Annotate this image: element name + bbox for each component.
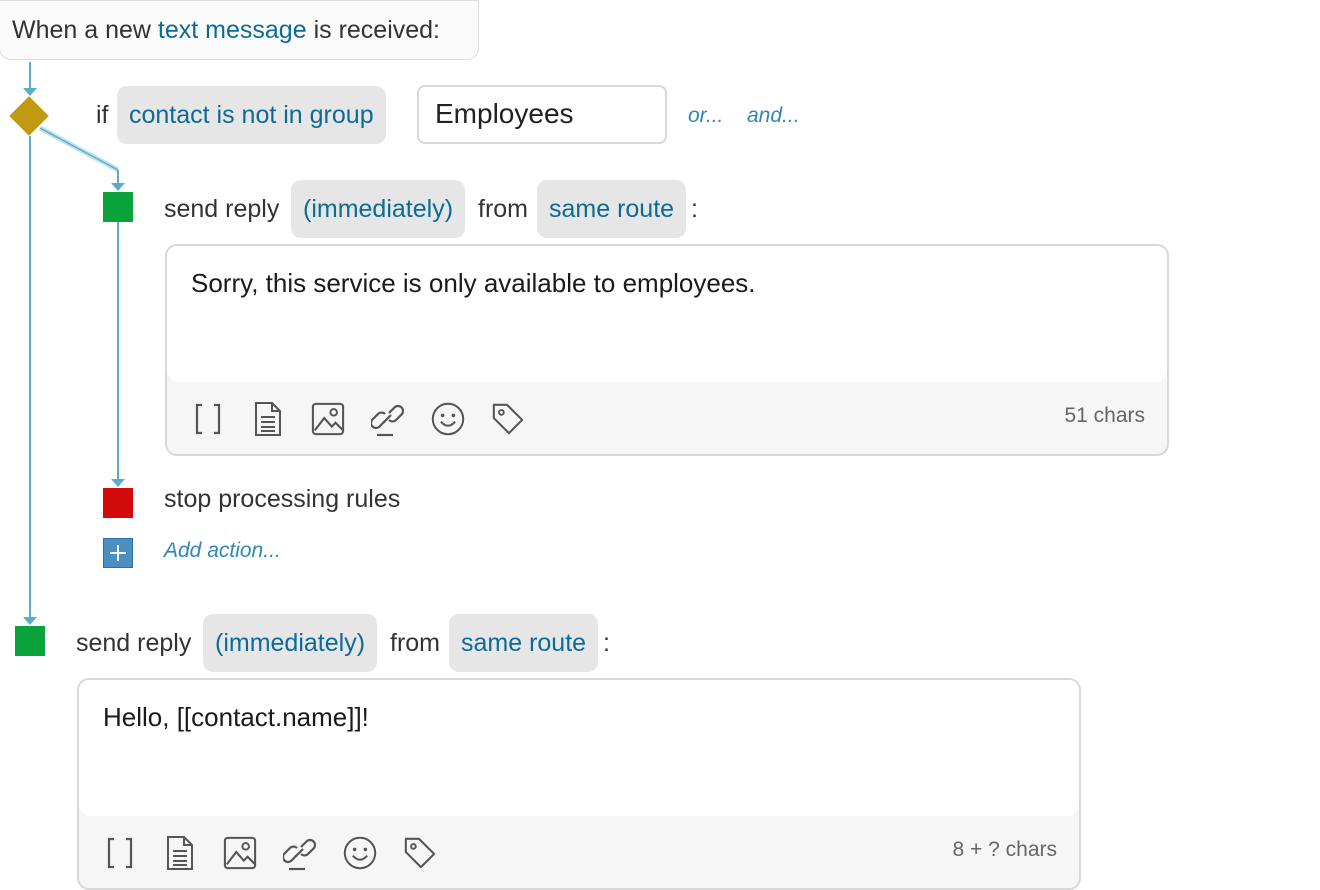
- reply-message-box: Sorry, this service is only available to…: [165, 244, 1169, 456]
- reply-message-text[interactable]: Sorry, this service is only available to…: [167, 246, 1167, 382]
- brackets-icon[interactable]: [103, 835, 137, 871]
- trigger-suffix: is received:: [313, 16, 441, 44]
- timing-pill[interactable]: (immediately): [291, 180, 466, 238]
- add-action-link[interactable]: Add action...: [164, 522, 281, 580]
- trigger-prefix: When a new: [12, 16, 151, 44]
- main-message-text[interactable]: Hello, [[contact.name]]!: [79, 680, 1079, 816]
- main-char-count: 8 + ? chars: [952, 838, 1057, 861]
- brackets-icon[interactable]: [191, 401, 225, 437]
- add-action-icon[interactable]: [103, 538, 133, 568]
- trigger-event-link[interactable]: text message: [158, 16, 307, 44]
- main-timing-pill[interactable]: (immediately): [203, 614, 378, 672]
- main-message-box: Hello, [[contact.name]]! 8 + ? chars: [77, 678, 1081, 890]
- emoji-icon[interactable]: [431, 401, 465, 437]
- or-link[interactable]: or...: [688, 87, 723, 145]
- trigger-header: When a new text message is received:: [0, 0, 479, 60]
- tag-icon[interactable]: [403, 835, 437, 871]
- colon: :: [691, 195, 698, 223]
- main-route-pill[interactable]: same route: [449, 614, 599, 672]
- send-reply-label: send reply: [164, 195, 280, 223]
- condition-operator-pill[interactable]: contact is not in group: [117, 86, 386, 144]
- route-pill[interactable]: same route: [537, 180, 687, 238]
- main-send-reply-label: send reply: [76, 629, 192, 657]
- link-icon[interactable]: [371, 401, 405, 437]
- char-count: 51 chars: [1064, 404, 1145, 427]
- message-toolbar: [191, 396, 551, 442]
- from-label: from: [478, 195, 528, 223]
- main-colon: :: [603, 629, 610, 657]
- emoji-icon[interactable]: [343, 835, 377, 871]
- tag-icon[interactable]: [491, 401, 525, 437]
- main-from-label: from: [390, 629, 440, 657]
- if-label: if: [96, 101, 109, 129]
- stop-node: [103, 488, 133, 518]
- stop-processing-label: stop processing rules: [164, 485, 401, 513]
- main-send-reply-node: [15, 626, 45, 656]
- group-name-field[interactable]: Employees: [417, 85, 667, 144]
- image-icon[interactable]: [223, 835, 257, 871]
- main-message-toolbar: [103, 830, 463, 876]
- document-icon[interactable]: [163, 835, 197, 871]
- link-icon[interactable]: [283, 835, 317, 871]
- send-reply-node: [103, 192, 133, 222]
- document-icon[interactable]: [251, 401, 285, 437]
- image-icon[interactable]: [311, 401, 345, 437]
- and-link[interactable]: and...: [747, 87, 800, 145]
